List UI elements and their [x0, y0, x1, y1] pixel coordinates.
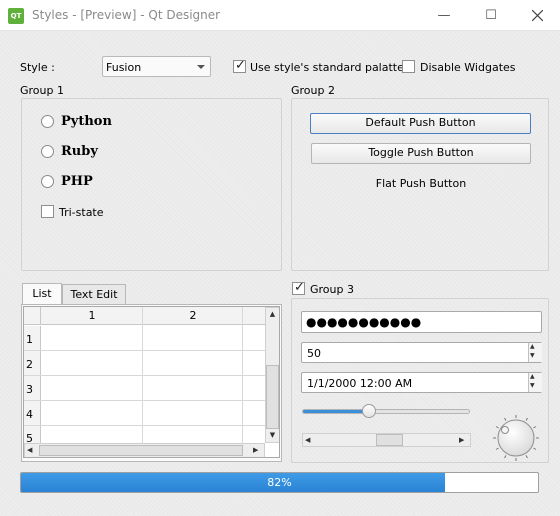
close-icon [531, 9, 543, 22]
style-combobox[interactable]: Fusion [102, 56, 211, 77]
table-horizontal-scrollbar[interactable]: ◀ ▶ [24, 443, 265, 457]
table-vertical-scrollbar[interactable]: ▲ ▼ [265, 307, 279, 443]
datetime-edit-value: 1/1/2000 12:00 AM [307, 377, 413, 390]
password-field[interactable]: ●●●●●●●●●●● [301, 311, 542, 333]
scrollbar-thumb[interactable] [266, 365, 279, 429]
maximize-button[interactable]: ☐ [468, 0, 514, 31]
scrollbar-thumb[interactable] [376, 434, 403, 446]
minimize-button[interactable]: — [421, 0, 467, 31]
triangle-up-icon[interactable]: ▲ [530, 373, 535, 380]
slider-handle[interactable] [362, 404, 376, 418]
radio-php[interactable] [41, 175, 54, 188]
disable-widgets-checkbox[interactable] [402, 60, 415, 73]
tristate-label: Tri-state [59, 206, 104, 219]
group3-horizontal-scrollbar[interactable]: ◀ ▶ [302, 433, 471, 447]
triangle-down-icon[interactable]: ▼ [530, 352, 535, 359]
datetime-edit-buttons[interactable]: ▲ ▼ [528, 373, 542, 392]
flat-push-button[interactable]: Flat Push Button [311, 173, 531, 194]
triangle-down-icon[interactable]: ▼ [530, 382, 535, 389]
column-header-2[interactable]: 2 [143, 309, 243, 322]
slider-fill [303, 410, 370, 413]
row-divider [24, 400, 265, 401]
style-combobox-value: Fusion [106, 61, 142, 74]
progress-bar: 82% [20, 472, 539, 493]
toggle-push-button[interactable]: Toggle Push Button [311, 143, 531, 164]
radio-ruby-label: Ruby [61, 144, 98, 159]
password-field-value: ●●●●●●●●●●● [306, 315, 422, 329]
triangle-up-icon[interactable]: ▲ [530, 343, 535, 350]
row-header-3[interactable]: 3 [26, 383, 33, 396]
radio-php-label: PHP [61, 174, 93, 189]
column-header-1[interactable]: 1 [42, 309, 142, 322]
spin-box[interactable]: 50 ▲ ▼ [301, 342, 542, 363]
group3-title: Group 3 [310, 283, 354, 296]
title-bar: QT Styles - [Preview] - Qt Designer — ☐ [0, 0, 560, 31]
disable-widgets-label: Disable Widgates [420, 61, 516, 74]
use-standard-palette-label: Use style's standard palatte [250, 61, 404, 74]
radio-python[interactable] [41, 115, 54, 128]
table-corner-button[interactable] [24, 307, 41, 325]
style-label: Style : [20, 61, 55, 74]
spin-box-value: 50 [307, 347, 321, 360]
group1-title: Group 1 [20, 84, 64, 97]
spin-box-buttons[interactable]: ▲ ▼ [528, 343, 542, 362]
datetime-edit[interactable]: 1/1/2000 12:00 AM ▲ ▼ [301, 372, 542, 393]
scroll-down-icon[interactable]: ▼ [266, 431, 279, 439]
tristate-checkbox[interactable] [41, 205, 54, 218]
group3-checkbox[interactable] [292, 280, 305, 295]
radio-ruby[interactable] [41, 145, 54, 158]
scroll-right-icon[interactable]: ▶ [459, 436, 464, 444]
tab-list[interactable]: List [22, 283, 62, 305]
close-button[interactable] [514, 0, 560, 31]
tab-text-edit[interactable]: Text Edit [62, 284, 126, 304]
scroll-up-icon[interactable]: ▲ [266, 310, 279, 318]
row-header-2[interactable]: 2 [26, 358, 33, 371]
scrollbar-thumb[interactable] [39, 445, 243, 456]
row-divider [24, 375, 265, 376]
table-widget[interactable]: 1 2 1 2 3 4 5 ▲ ▼ ◀ ▶ [23, 306, 280, 458]
column-divider [242, 307, 243, 457]
default-push-button[interactable]: Default Push Button [310, 113, 531, 134]
dial-knob[interactable] [492, 414, 540, 462]
use-standard-palette-checkbox[interactable] [233, 58, 246, 73]
scroll-left-icon[interactable]: ◀ [27, 446, 32, 454]
horizontal-slider[interactable] [302, 409, 470, 414]
group2-title: Group 2 [291, 84, 335, 97]
column-divider [142, 307, 143, 457]
progress-text: 82% [267, 476, 292, 489]
row-header-4[interactable]: 4 [26, 408, 33, 421]
qt-designer-app-icon: QT [8, 8, 24, 24]
radio-python-label: Python [61, 114, 112, 129]
chevron-down-icon [197, 65, 205, 69]
row-divider [24, 350, 265, 351]
scroll-left-icon[interactable]: ◀ [305, 436, 310, 444]
window-title: Styles - [Preview] - Qt Designer [32, 8, 221, 22]
scroll-right-icon[interactable]: ▶ [253, 446, 258, 454]
row-divider [24, 425, 265, 426]
row-header-1[interactable]: 1 [26, 333, 33, 346]
